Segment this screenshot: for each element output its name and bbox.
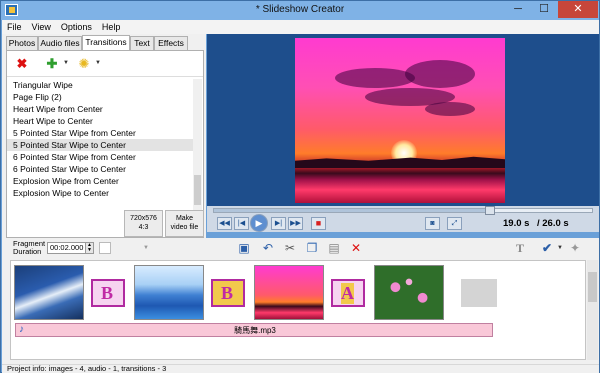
list-item[interactable]: Explosion Wipe from Center [7, 175, 193, 187]
list-item[interactable]: Heart Wipe to Center [7, 115, 193, 127]
fragment-duration-input[interactable]: 00:02.000 [47, 242, 87, 254]
transition-list: Triangular Wipe Page Flip (2) Heart Wipe… [7, 79, 193, 227]
preview-image [295, 38, 505, 203]
menu-options[interactable]: Options [56, 20, 97, 34]
list-item[interactable]: 6 Pointed Star Wipe from Center [7, 151, 193, 163]
list-item-selected[interactable]: 5 Pointed Star Wipe to Center [7, 139, 193, 151]
snapshot-icon[interactable]: ◙ [425, 217, 440, 230]
make-video-label-2: video file [170, 224, 199, 231]
add-dropdown-icon[interactable]: ▼ [63, 60, 69, 66]
maximize-button[interactable]: ☐ [531, 1, 557, 18]
play-icon[interactable]: ▶ [250, 214, 268, 232]
title-bar: * Slideshow Creator ─ ☐ ✕ [1, 1, 599, 20]
sparkle-icon[interactable]: ✺ [77, 57, 91, 71]
preview-area: ◀◀ |◀ ▶ ▶| ▶▶ ■ ◙ ⤢ 19.0 s / 26.0 s [207, 34, 599, 232]
app-window: * Slideshow Creator ─ ☐ ✕ File View Option… [0, 0, 600, 373]
transition-thumbnail[interactable]: A [331, 279, 365, 307]
skip-start-icon[interactable]: ◀◀ [217, 217, 232, 230]
menu-file[interactable]: File [2, 20, 27, 34]
left-panel: Photos Audio files Transitions Text Effe… [2, 34, 206, 238]
duration-label: Duration [13, 247, 42, 256]
paste-icon[interactable]: ▤ [327, 241, 341, 255]
list-scrollbar[interactable] [193, 79, 202, 229]
preview-frame [295, 38, 505, 203]
current-time: 19.0 s [503, 218, 530, 229]
list-item[interactable]: 5 Pointed Star Wipe from Center [7, 127, 193, 139]
list-item[interactable]: 6 Pointed Star Wipe to Center [7, 163, 193, 175]
delete-icon[interactable]: ✖ [15, 57, 29, 71]
player-bar: ◀◀ |◀ ▶ ▶| ▶▶ ■ ◙ ⤢ 19.0 s / 26.0 s [207, 206, 599, 232]
skip-end-icon[interactable]: ▶▶ [288, 217, 303, 230]
seek-thumb[interactable] [484, 206, 495, 215]
bottom-panel: Fragment Duration 00:02.000 ▲ ▼ ▼ ▣ ↶ ✂ ❐… [2, 238, 599, 373]
wand-icon[interactable]: ✦ [568, 241, 582, 255]
list-item[interactable]: Heart Wipe from Center [7, 103, 193, 115]
list-item[interactable]: Page Flip (2) [7, 91, 193, 103]
resolution-label: 720x576 [130, 215, 157, 222]
dropdown-icon[interactable]: ▼ [143, 245, 149, 251]
text-icon[interactable]: T [513, 241, 527, 255]
tab-effects[interactable]: Effects [154, 36, 188, 50]
transition-thumbnail[interactable]: B [211, 279, 245, 307]
tab-audio-files[interactable]: Audio files [38, 36, 82, 50]
tab-photos[interactable]: Photos [6, 36, 38, 50]
status-bar: Project info: images - 4, audio - 1, tra… [2, 364, 599, 373]
step-back-icon[interactable]: |◀ [234, 217, 249, 230]
empty-slot[interactable] [461, 279, 497, 307]
undo-icon[interactable]: ↶ [261, 241, 275, 255]
remove-icon[interactable]: ✕ [349, 241, 363, 255]
slide-thumbnail[interactable] [254, 265, 324, 320]
fragment-duration-label: Fragment Duration [13, 240, 45, 256]
list-item[interactable]: Triangular Wipe [7, 79, 193, 91]
stop-icon[interactable]: ■ [311, 217, 326, 230]
slide-thumbnail[interactable] [14, 265, 84, 320]
duration-spinner[interactable]: ▲ ▼ [85, 242, 94, 254]
copy-icon[interactable]: ❐ [305, 241, 319, 255]
aspect-label: 4:3 [138, 224, 149, 231]
scrollbar-thumb[interactable] [588, 272, 597, 302]
transitions-toolbar: ✖ ✚ ▼ ✺ ▼ [7, 51, 203, 77]
scrollbar-thumb[interactable] [194, 175, 201, 205]
total-time: / 26.0 s [537, 218, 569, 229]
audio-track[interactable]: ♪ 騎馬舞.mp3 [15, 323, 493, 337]
seek-progress [214, 209, 490, 212]
close-button[interactable]: ✕ [558, 1, 598, 18]
resolution-button[interactable]: 720x576 4:3 [124, 210, 163, 237]
seek-bar[interactable] [213, 206, 593, 215]
make-video-label: Make [175, 215, 194, 222]
save-icon[interactable]: ▣ [237, 241, 251, 255]
list-item[interactable]: Explosion Wipe to Center [7, 187, 193, 199]
make-video-button[interactable]: Make video file [165, 210, 204, 237]
menu-bar: File View Options Help [2, 20, 599, 34]
transition-thumbnail[interactable]: B [91, 279, 125, 307]
step-forward-icon[interactable]: ▶| [271, 217, 286, 230]
add-icon[interactable]: ✚ [45, 57, 59, 71]
tab-text[interactable]: Text [130, 36, 154, 50]
audio-filename: 騎馬舞.mp3 [234, 326, 276, 335]
slide-thumbnail[interactable] [374, 265, 444, 320]
color-picker[interactable] [99, 242, 111, 254]
check-dropdown-icon[interactable]: ▼ [557, 245, 563, 251]
effects-dropdown-icon[interactable]: ▼ [95, 60, 101, 66]
cut-icon[interactable]: ✂ [283, 241, 297, 255]
menu-help[interactable]: Help [97, 20, 126, 34]
slide-thumbnail[interactable] [134, 265, 204, 320]
timeline-scrollbar[interactable] [587, 260, 598, 360]
tab-transitions[interactable]: Transitions [82, 35, 130, 51]
check-icon[interactable]: ✔ [540, 241, 554, 255]
timeline: B B A ♪ 騎馬舞.mp3 [10, 260, 586, 360]
minimize-button[interactable]: ─ [505, 1, 531, 18]
menu-view[interactable]: View [27, 20, 56, 34]
fullscreen-icon[interactable]: ⤢ [447, 217, 462, 230]
